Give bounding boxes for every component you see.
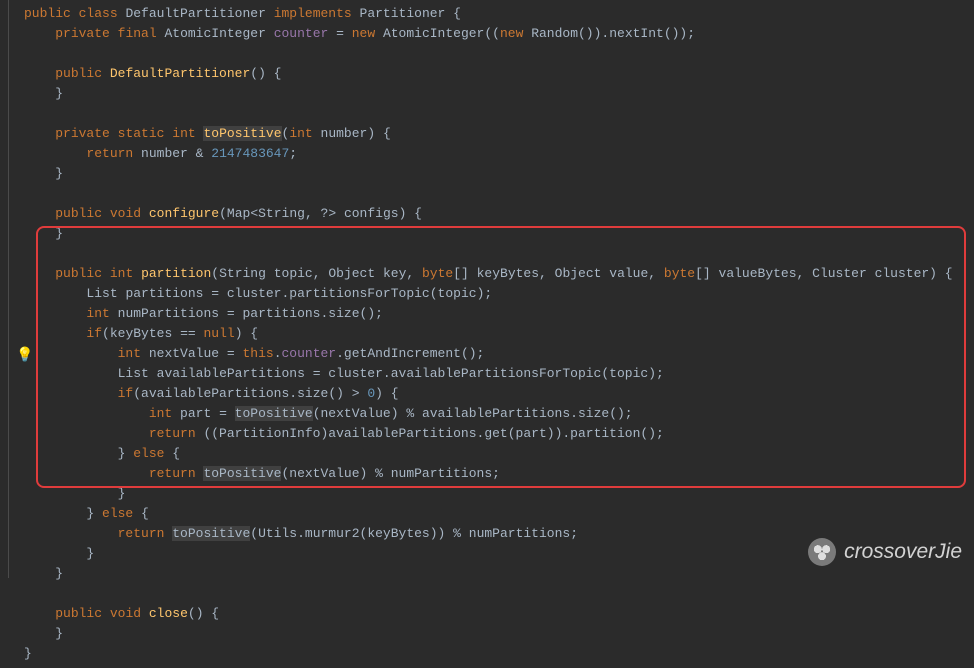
wechat-icon bbox=[808, 538, 836, 566]
watermark-text: crossoverJie bbox=[844, 542, 962, 562]
watermark: crossoverJie bbox=[808, 538, 962, 566]
code-editor[interactable]: public class DefaultPartitioner implemen… bbox=[0, 0, 974, 668]
